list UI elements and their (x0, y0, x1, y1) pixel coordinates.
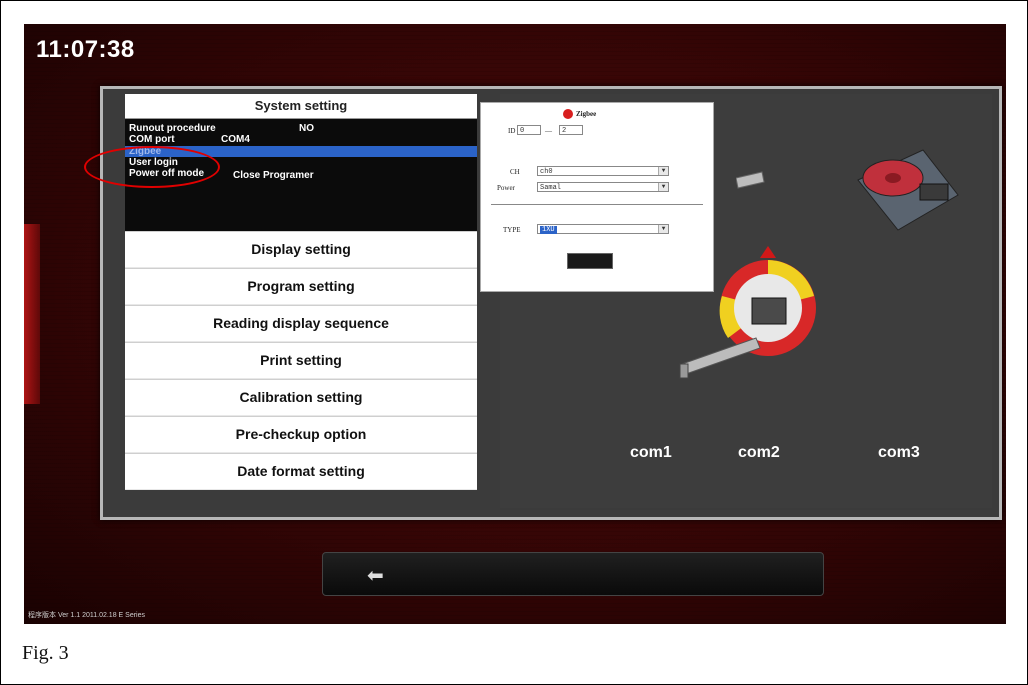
system-row-label: COM port (129, 134, 175, 145)
system-row-com-port[interactable]: COM port COM4 (129, 134, 250, 145)
system-row-label: Runout procedure (129, 123, 216, 134)
menu-pre-checkup-option[interactable]: Pre-checkup option (125, 416, 477, 453)
id-from-field[interactable]: 0 (517, 125, 541, 135)
id-separator: — (545, 127, 552, 135)
ch-label: CH (510, 168, 520, 176)
com2-label[interactable]: com2 (738, 444, 780, 462)
highlight-ellipse (84, 146, 220, 188)
bottom-toolbar: ⬅ (322, 552, 824, 596)
com1-label[interactable]: com1 (630, 444, 672, 462)
dialog-divider (491, 204, 703, 205)
ch-select-value: ch0 (540, 168, 553, 176)
left-decoration (24, 224, 40, 404)
system-row-runout[interactable]: Runout procedure NO (129, 123, 314, 134)
chevron-down-icon[interactable]: ▼ (658, 225, 668, 233)
menu-display-setting[interactable]: Display setting (125, 231, 477, 268)
menu-calibration-setting[interactable]: Calibration setting (125, 379, 477, 416)
ch-select[interactable]: ch0 ▼ (537, 166, 669, 176)
menu-date-format-setting[interactable]: Date format setting (125, 453, 477, 490)
type-label: TYPE (503, 226, 521, 234)
system-row-value: NO (299, 123, 314, 134)
zigbee-logo-text: Zigbee (576, 110, 597, 118)
type-select[interactable]: 1XU ▼ (537, 224, 669, 234)
menu-print-setting[interactable]: Print setting (125, 342, 477, 379)
menu-program-setting[interactable]: Program setting (125, 268, 477, 305)
system-row-value: Close Programer (233, 170, 314, 181)
chevron-down-icon[interactable]: ▼ (658, 183, 668, 191)
zigbee-dialog: Zigbee ID 0 — 2 CH ch0 ▼ Power Samal ▼ T… (480, 102, 714, 292)
id-to-field[interactable]: 2 (559, 125, 583, 135)
system-setting-header[interactable]: System setting (125, 94, 477, 119)
ok-button[interactable] (567, 253, 613, 269)
zigbee-logo-icon (563, 109, 573, 119)
system-row-value: COM4 (221, 134, 250, 145)
version-text: 程序版本 Ver 1.1 2011.02.18 E Series (28, 612, 145, 619)
figure-caption: Fig. 3 (22, 642, 69, 664)
power-select-value: Samal (540, 184, 562, 192)
menu-reading-display-sequence[interactable]: Reading display sequence (125, 305, 477, 342)
power-label: Power (497, 184, 515, 192)
turntable-device-icon[interactable] (848, 140, 968, 240)
sensor-arm-icon[interactable] (736, 168, 766, 192)
com3-label[interactable]: com3 (878, 444, 920, 462)
clock: 11:07:38 (36, 36, 135, 63)
type-select-value: 1XU (540, 226, 557, 234)
chevron-down-icon[interactable]: ▼ (658, 167, 668, 175)
id-label: ID (508, 127, 516, 135)
power-select[interactable]: Samal ▼ (537, 182, 669, 192)
back-arrow-icon[interactable]: ⬅ (367, 563, 384, 588)
